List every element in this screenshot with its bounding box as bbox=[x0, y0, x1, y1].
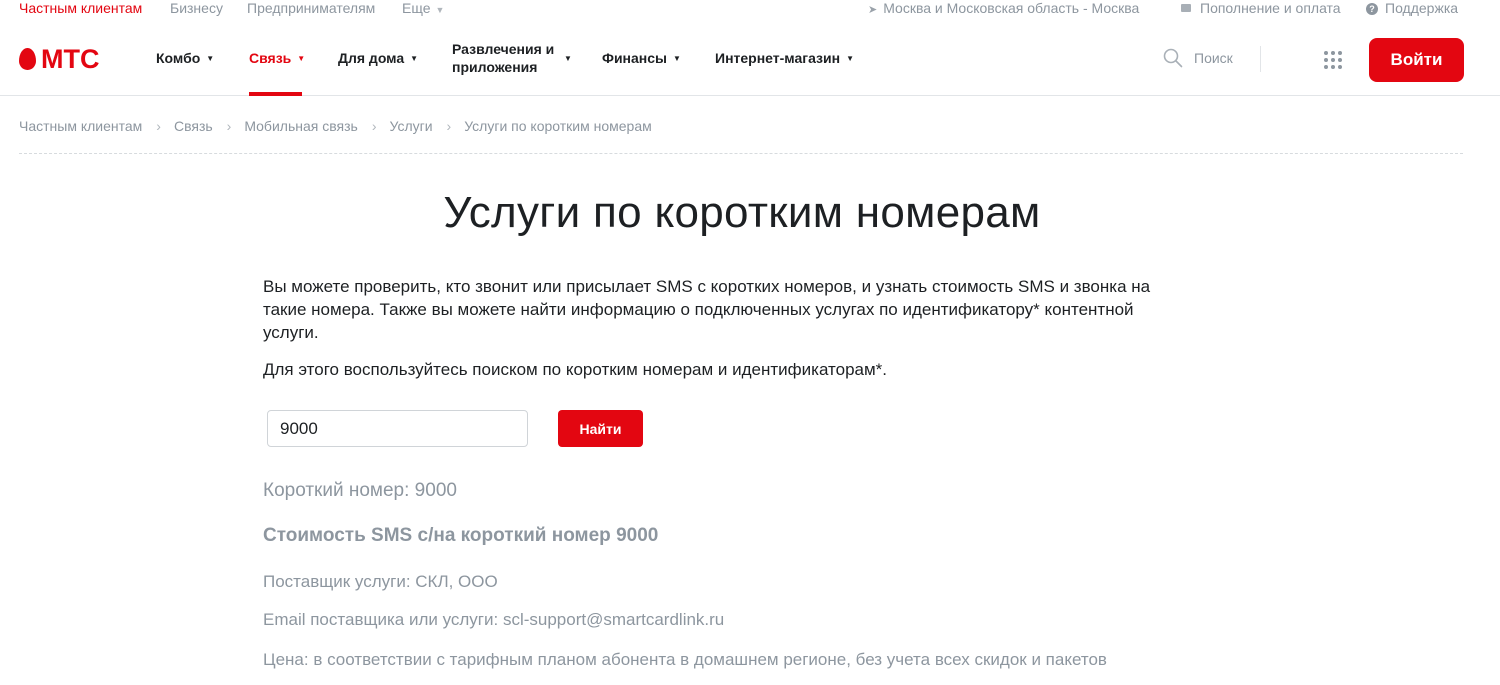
login-button[interactable]: Войти bbox=[1369, 38, 1464, 82]
chevron-right-icon: › bbox=[226, 118, 232, 134]
search-label: Поиск bbox=[1194, 50, 1233, 66]
mts-egg-logo bbox=[19, 48, 36, 70]
nav-item-entertainment[interactable]: Развлечения и приложения ▼ bbox=[452, 20, 572, 96]
chevron-down-icon: ▼ bbox=[435, 5, 445, 15]
page-title: Услуги по коротким номерам bbox=[443, 188, 1041, 237]
result-provider: Поставщик услуги: СКЛ, ООО bbox=[263, 572, 498, 591]
mts-logo[interactable]: МТС bbox=[19, 44, 100, 74]
nav-item-finance[interactable]: Финансы ▼ bbox=[602, 20, 681, 96]
chevron-right-icon: › bbox=[371, 118, 377, 134]
intro-paragraph: Вы можете проверить, кто звонит или прис… bbox=[263, 277, 1151, 342]
caret-down-icon: ▼ bbox=[206, 53, 215, 63]
top-utility-bar: Частным клиентам Бизнесу Предпринимателя… bbox=[0, 0, 1500, 18]
segment-private[interactable]: Частным клиентам bbox=[19, 0, 142, 16]
short-number-input[interactable] bbox=[267, 410, 528, 447]
caret-down-icon: ▼ bbox=[673, 53, 681, 63]
header-search[interactable]: Поиск bbox=[1163, 48, 1233, 68]
nav-item-combo[interactable]: Комбо ▼ bbox=[156, 20, 214, 96]
breadcrumb: Частным клиентам › Связь › Мобильная связь… bbox=[19, 118, 652, 134]
segment-entrepreneurs[interactable]: Предпринимателям bbox=[247, 0, 375, 16]
segment-more-label: Еще bbox=[402, 0, 431, 16]
breadcrumb-item[interactable]: Частным клиентам bbox=[19, 118, 142, 134]
breadcrumb-item[interactable]: Мобильная связь bbox=[244, 118, 357, 134]
nav-item-shop[interactable]: Интернет-магазин ▼ bbox=[715, 20, 854, 96]
region-selector[interactable]: ➤ Москва и Московская область - Москва bbox=[868, 0, 1139, 18]
support-link[interactable]: ? Поддержка bbox=[1366, 0, 1458, 16]
nav-label: Развлечения и приложения bbox=[452, 41, 555, 75]
topup-label: Пополнение и оплата bbox=[1200, 0, 1341, 16]
apps-grid-icon[interactable] bbox=[1324, 51, 1342, 69]
location-arrow-icon: ➤ bbox=[868, 4, 878, 16]
result-sms-cost-heading: Стоимость SMS с/на короткий номер 9000 bbox=[263, 525, 659, 546]
region-label: Москва и Московская область - Москва bbox=[883, 0, 1140, 16]
main-header: МТС Комбо ▼ Связь ▼ Для дома ▼ Развлечения … bbox=[0, 20, 1500, 96]
result-short-number: Короткий номер: 9000 bbox=[263, 480, 457, 501]
breadcrumb-item[interactable]: Связь bbox=[174, 118, 213, 134]
chevron-right-icon: › bbox=[156, 118, 161, 134]
breadcrumb-item[interactable]: Услуги bbox=[389, 118, 432, 134]
card-icon bbox=[1181, 4, 1191, 12]
logo-text: МТС bbox=[41, 44, 100, 74]
support-label: Поддержка bbox=[1385, 0, 1459, 16]
intro-paragraph: Для этого воспользуйтесь поиском по коро… bbox=[263, 360, 888, 379]
divider bbox=[19, 153, 1463, 154]
divider bbox=[1260, 46, 1261, 72]
nav-label: Интернет-магазин bbox=[715, 50, 841, 66]
caret-down-icon: ▼ bbox=[410, 53, 419, 63]
segment-more[interactable]: Еще ▼ bbox=[402, 0, 444, 18]
nav-label: Финансы bbox=[602, 50, 667, 66]
segment-business[interactable]: Бизнесу bbox=[170, 0, 223, 16]
caret-down-icon: ▼ bbox=[297, 53, 306, 63]
help-icon: ? bbox=[1366, 3, 1378, 15]
find-button[interactable]: Найти bbox=[558, 410, 643, 447]
result-price: Цена: в соответствии с тарифным планом а… bbox=[263, 650, 1107, 669]
nav-item-home[interactable]: Для дома ▼ bbox=[338, 20, 418, 96]
nav-label: Связь bbox=[249, 50, 292, 66]
intro-text: Вы можете проверить, кто звонит или прис… bbox=[263, 275, 1163, 381]
topup-link[interactable]: Пополнение и оплата bbox=[1181, 0, 1341, 16]
nav-item-communication[interactable]: Связь ▼ bbox=[249, 20, 306, 96]
search-icon bbox=[1163, 48, 1183, 68]
caret-down-icon: ▼ bbox=[564, 53, 572, 63]
nav-label: Комбо bbox=[156, 50, 201, 66]
caret-down-icon: ▼ bbox=[846, 53, 854, 63]
chevron-right-icon: › bbox=[446, 118, 452, 134]
nav-label: Для дома bbox=[338, 50, 405, 66]
result-email: Email поставщика или услуги: scl-support… bbox=[263, 610, 725, 629]
breadcrumb-current: Услуги по коротким номерам bbox=[464, 118, 652, 134]
